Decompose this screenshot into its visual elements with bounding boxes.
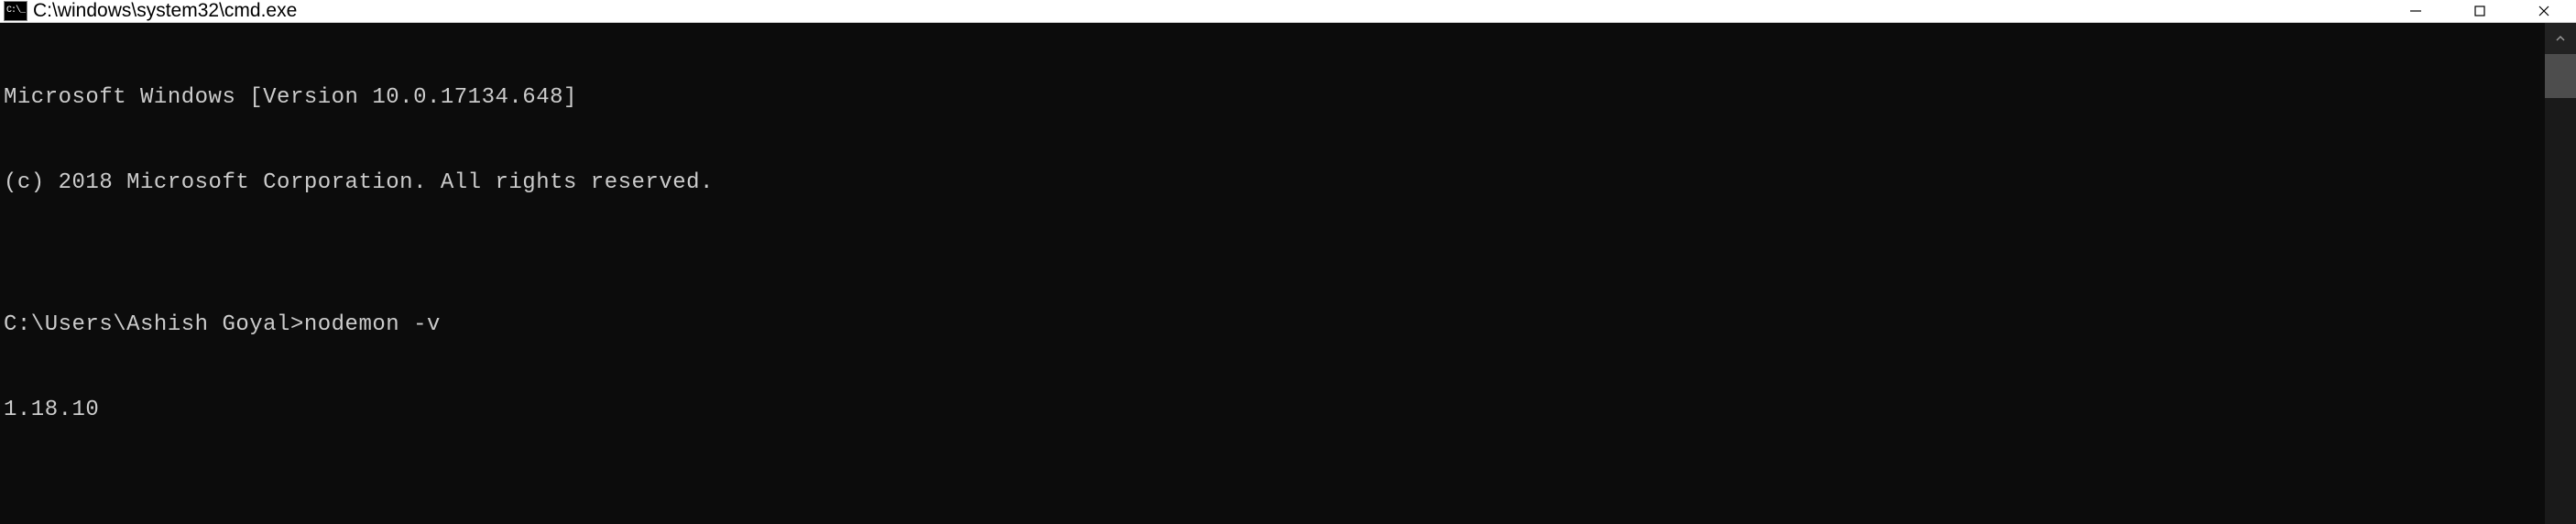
titlebar-left: C:\_ C:\windows\system32\cmd.exe [0, 0, 297, 22]
window-titlebar: C:\_ C:\windows\system32\cmd.exe [0, 0, 2576, 23]
window-title: C:\windows\system32\cmd.exe [33, 0, 297, 22]
chevron-up-icon [2555, 33, 2566, 44]
terminal-line: Microsoft Windows [Version 10.0.17134.64… [4, 83, 2545, 112]
terminal-output[interactable]: Microsoft Windows [Version 10.0.17134.64… [0, 23, 2545, 524]
cmd-icon-glyph: C:\_ [6, 6, 25, 16]
terminal-line: 1.18.10 [4, 396, 2545, 424]
close-icon [2537, 4, 2551, 18]
scroll-up-button[interactable] [2545, 23, 2576, 54]
terminal-line: (c) 2018 Microsoft Corporation. All righ… [4, 169, 2545, 197]
window-controls [2384, 0, 2576, 22]
minimize-icon [2408, 4, 2423, 18]
minimize-button[interactable] [2384, 0, 2448, 22]
maximize-icon [2472, 4, 2487, 18]
scrollbar-thumb[interactable] [2545, 54, 2576, 98]
close-button[interactable] [2512, 0, 2576, 22]
cmd-icon: C:\_ [4, 1, 27, 21]
maximize-button[interactable] [2448, 0, 2512, 22]
vertical-scrollbar[interactable] [2545, 23, 2576, 524]
terminal-line: C:\Users\Ashish Goyal>nodemon -v [4, 311, 2545, 339]
terminal-container: Microsoft Windows [Version 10.0.17134.64… [0, 23, 2576, 524]
